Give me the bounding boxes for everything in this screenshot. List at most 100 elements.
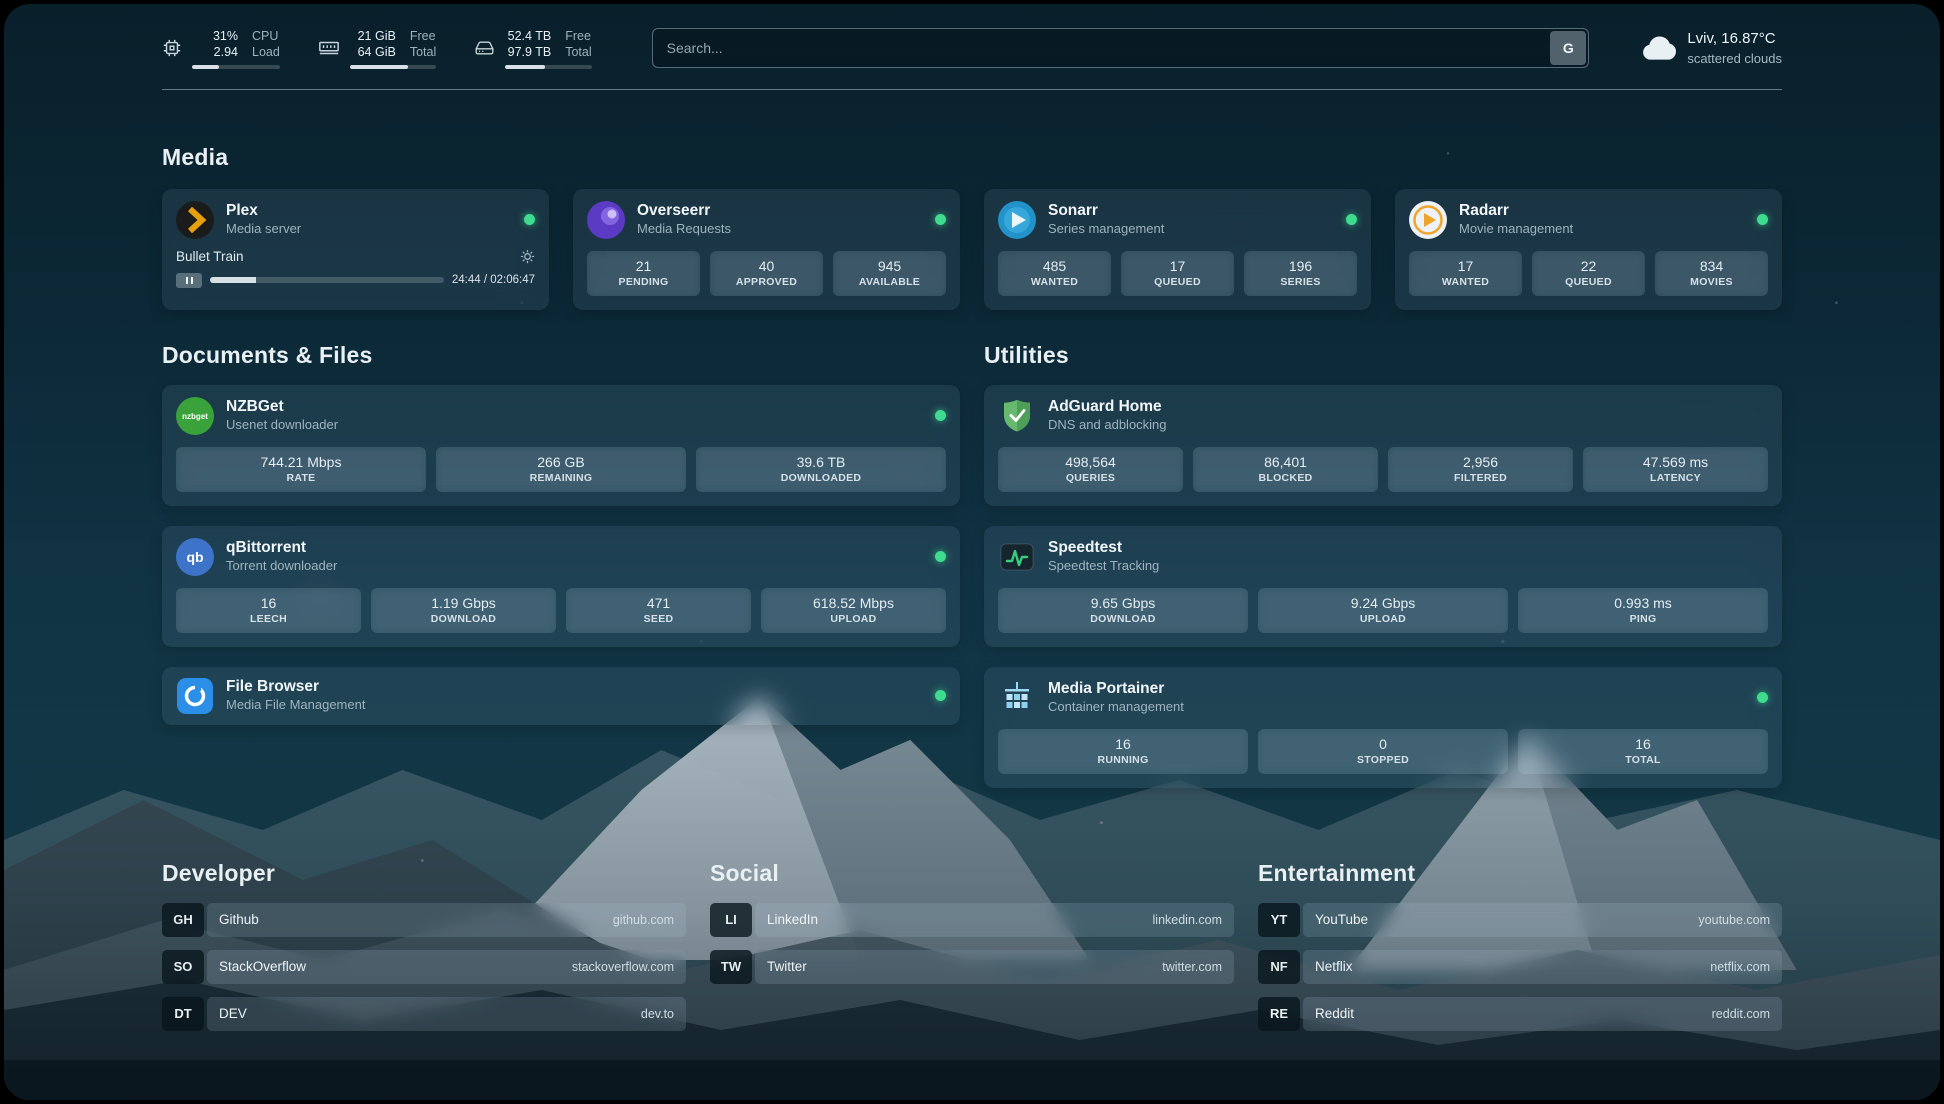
service-desc: DNS and adblocking <box>1048 417 1167 434</box>
bookmark-stackoverflow[interactable]: SO StackOverflow stackoverflow.com <box>162 950 686 984</box>
status-dot-online <box>935 214 946 225</box>
stat-label: UPLOAD <box>1262 613 1504 625</box>
service-stats: 485 WANTED 17 QUEUED 196 SERIES <box>998 251 1357 296</box>
bookmark-twitter[interactable]: TW Twitter twitter.com <box>710 950 1234 984</box>
disk-total-value: 97.9 TB <box>508 44 552 60</box>
service-name: Sonarr <box>1048 201 1164 221</box>
bookmark-url: dev.to <box>641 1007 674 1021</box>
memory-label-top: Free <box>410 28 436 44</box>
stat-wanted: 17 WANTED <box>1409 251 1522 296</box>
radarr-icon <box>1409 201 1447 239</box>
service-card-qbittorrent[interactable]: qb qBittorrent Torrent downloader <box>162 526 960 647</box>
search-input[interactable] <box>652 28 1590 68</box>
service-header: Overseerr Media Requests <box>587 201 946 239</box>
stat-value: 744.21 Mbps <box>180 454 422 470</box>
service-card-speedtest[interactable]: Speedtest Speedtest Tracking 9.65 Gbps D… <box>984 526 1782 647</box>
stat-approved: 40 APPROVED <box>710 251 823 296</box>
stat-queued: 22 QUEUED <box>1532 251 1645 296</box>
service-card-nzbget[interactable]: nzbget NZBGet Usenet downloader 74 <box>162 385 960 506</box>
stat-value: 266 GB <box>440 454 682 470</box>
search-bar: G <box>652 28 1590 68</box>
topbar-divider <box>162 89 1782 90</box>
stat-value: 196 <box>1248 258 1353 274</box>
stat-rate: 744.21 Mbps RATE <box>176 447 426 492</box>
stat-total: 16 TOTAL <box>1518 729 1768 774</box>
stat-label: REMAINING <box>440 472 682 484</box>
netflix-abbr-icon: NF <box>1258 950 1300 984</box>
dev-abbr-icon: DT <box>162 997 204 1031</box>
status-dot-online <box>935 551 946 562</box>
gear-icon[interactable] <box>520 249 535 264</box>
service-card-plex[interactable]: Plex Media server Bullet Train <box>162 189 549 310</box>
middle-columns: Documents & Files nzbget NZBGet <box>162 342 1782 808</box>
bookmark-name: YouTube <box>1315 912 1368 927</box>
stat-value: 485 <box>1002 258 1107 274</box>
cpu-label-top: CPU <box>252 28 280 44</box>
stat-value: 86,401 <box>1197 454 1374 470</box>
service-card-portainer[interactable]: Media Portainer Container management 16 … <box>984 667 1782 788</box>
service-header: Radarr Movie management <box>1409 201 1768 239</box>
service-card-filebrowser[interactable]: File Browser Media File Management <box>162 667 960 725</box>
bookmarks-area: Developer GH Github github.com SO StackO… <box>162 860 1782 1044</box>
stat-download: 1.19 Gbps DOWNLOAD <box>371 588 556 633</box>
stat-value: 39.6 TB <box>700 454 942 470</box>
github-abbr-icon: GH <box>162 903 204 937</box>
service-stats: 16 LEECH 1.19 Gbps DOWNLOAD 471 SEED <box>176 588 946 633</box>
service-card-radarr[interactable]: Radarr Movie management 17 WANTED 2 <box>1395 189 1782 310</box>
status-dot-online <box>1757 214 1768 225</box>
plex-icon <box>176 201 214 239</box>
bookmark-linkedin[interactable]: LI LinkedIn linkedin.com <box>710 903 1234 937</box>
bookmark-url: reddit.com <box>1712 1007 1770 1021</box>
bookmark-github[interactable]: GH Github github.com <box>162 903 686 937</box>
stat-download: 9.65 Gbps DOWNLOAD <box>998 588 1248 633</box>
pause-button[interactable] <box>176 273 202 288</box>
portainer-icon <box>998 679 1036 717</box>
stat-value: 618.52 Mbps <box>765 595 942 611</box>
resource-cpu: 31% 2.94 CPU Load <box>162 28 280 69</box>
status-dot-online <box>1757 692 1768 703</box>
service-stats: 16 RUNNING 0 STOPPED 16 TOTAL <box>998 729 1768 774</box>
service-desc: Torrent downloader <box>226 558 337 575</box>
memory-progress-fill <box>350 65 408 69</box>
service-name: Speedtest <box>1048 538 1159 558</box>
status-dot-online <box>935 410 946 421</box>
service-card-sonarr[interactable]: Sonarr Series management 485 WANTED <box>984 189 1371 310</box>
search-provider-button[interactable]: G <box>1550 31 1586 65</box>
service-card-overseerr[interactable]: Overseerr Media Requests 21 PENDING <box>573 189 960 310</box>
bookmark-url: twitter.com <box>1162 960 1222 974</box>
service-header: Sonarr Series management <box>998 201 1357 239</box>
service-name: Plex <box>226 201 301 221</box>
stat-label: QUEUED <box>1125 276 1230 288</box>
service-name: qBittorrent <box>226 538 337 558</box>
bookmark-dev[interactable]: DT DEV dev.to <box>162 997 686 1031</box>
service-header: nzbget NZBGet Usenet downloader <box>176 397 946 435</box>
stat-value: 47.569 ms <box>1587 454 1764 470</box>
stat-remaining: 266 GB REMAINING <box>436 447 686 492</box>
disk-label-top: Free <box>565 28 591 44</box>
stat-label: QUEUED <box>1536 276 1641 288</box>
bookmark-group-entertainment: Entertainment YT YouTube youtube.com NF … <box>1258 860 1782 1044</box>
cpu-label-bottom: Load <box>252 44 280 60</box>
stat-value: 9.65 Gbps <box>1002 595 1244 611</box>
bookmark-netflix[interactable]: NF Netflix netflix.com <box>1258 950 1782 984</box>
service-card-adguard[interactable]: AdGuard Home DNS and adblocking 498,564 … <box>984 385 1782 506</box>
stat-available: 945 AVAILABLE <box>833 251 946 296</box>
stat-upload: 9.24 Gbps UPLOAD <box>1258 588 1508 633</box>
bookmark-youtube[interactable]: YT YouTube youtube.com <box>1258 903 1782 937</box>
service-header: qb qBittorrent Torrent downloader <box>176 538 946 576</box>
qbittorrent-icon: qb <box>176 538 214 576</box>
service-desc: Series management <box>1048 221 1164 238</box>
service-name: Radarr <box>1459 201 1573 221</box>
stat-label: APPROVED <box>714 276 819 288</box>
stat-pending: 21 PENDING <box>587 251 700 296</box>
stat-series: 196 SERIES <box>1244 251 1357 296</box>
disk-label-bottom: Total <box>565 44 591 60</box>
stat-running: 16 RUNNING <box>998 729 1248 774</box>
bookmark-name: Twitter <box>767 959 807 974</box>
status-dot-online <box>1346 214 1357 225</box>
service-name: NZBGet <box>226 397 338 417</box>
svg-text:nzbget: nzbget <box>182 412 208 421</box>
bookmark-url: stackoverflow.com <box>572 960 674 974</box>
bookmark-reddit[interactable]: RE Reddit reddit.com <box>1258 997 1782 1031</box>
bookmark-name: Netflix <box>1315 959 1353 974</box>
